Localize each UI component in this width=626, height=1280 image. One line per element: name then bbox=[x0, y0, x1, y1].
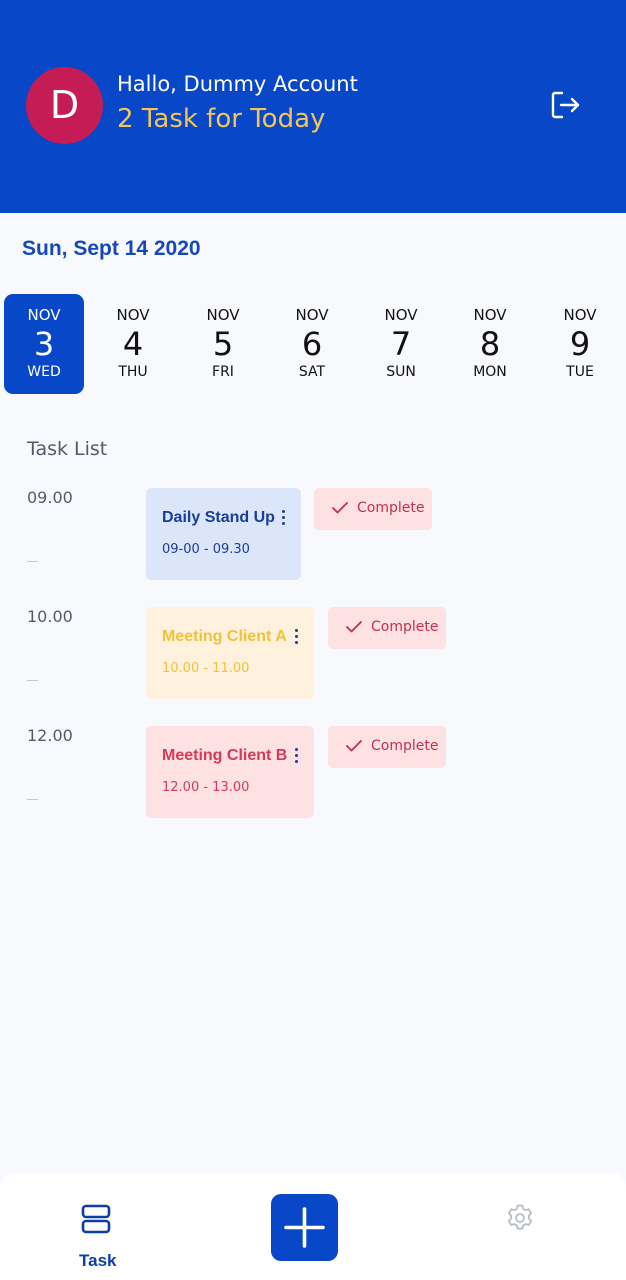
task-time-range: 12.00 - 13.00 bbox=[162, 780, 250, 795]
day-selector-item[interactable]: NOV 3 WED bbox=[4, 294, 84, 394]
complete-label: Complete bbox=[371, 619, 439, 635]
day-weekday: TUE bbox=[566, 364, 594, 380]
check-icon bbox=[346, 621, 362, 633]
task-list-icon[interactable] bbox=[80, 1203, 112, 1240]
task-list-title: Task List bbox=[27, 438, 108, 460]
day-weekday: MON bbox=[473, 364, 507, 380]
greeting-text: Hallo, Dummy Account bbox=[117, 72, 358, 96]
app-header: D Hallo, Dummy Account 2 Task for Today bbox=[0, 0, 626, 213]
task-summary: 2 Task for Today bbox=[117, 104, 326, 134]
more-options-icon[interactable] bbox=[293, 629, 299, 645]
day-number: 7 bbox=[390, 325, 412, 363]
complete-button[interactable]: Complete bbox=[314, 488, 432, 530]
task-title: Daily Stand Up bbox=[162, 509, 275, 526]
day-selector-item[interactable]: NOV 5 FRI bbox=[183, 294, 263, 394]
task-time: 10.00 bbox=[27, 607, 73, 626]
task-title: Meeting Client B bbox=[162, 747, 288, 764]
task-time-range: 09-00 - 09.30 bbox=[162, 542, 250, 557]
logout-icon[interactable] bbox=[548, 88, 582, 122]
day-month: NOV bbox=[473, 306, 507, 324]
day-weekday: FRI bbox=[212, 364, 234, 380]
time-divider bbox=[27, 561, 38, 562]
complete-button[interactable]: Complete bbox=[328, 607, 446, 649]
day-month: NOV bbox=[27, 306, 61, 324]
bottom-navigation: Task bbox=[0, 1173, 626, 1280]
day-weekday: THU bbox=[118, 364, 148, 380]
current-date: Sun, Sept 14 2020 bbox=[22, 237, 201, 260]
day-number: 9 bbox=[569, 325, 591, 363]
day-month: NOV bbox=[206, 306, 240, 324]
check-icon bbox=[346, 740, 362, 752]
day-selector-item[interactable]: NOV 6 SAT bbox=[272, 294, 352, 394]
day-month: NOV bbox=[116, 306, 150, 324]
task-time: 12.00 bbox=[27, 726, 73, 745]
time-divider bbox=[27, 680, 38, 681]
day-weekday: SUN bbox=[386, 364, 416, 380]
day-number: 3 bbox=[33, 325, 55, 363]
task-time-range: 10.00 - 11.00 bbox=[162, 661, 250, 676]
day-number: 5 bbox=[212, 325, 234, 363]
nav-task-label[interactable]: Task bbox=[79, 1251, 117, 1271]
plus-icon bbox=[284, 1207, 325, 1248]
day-weekday: WED bbox=[27, 364, 61, 380]
complete-button[interactable]: Complete bbox=[328, 726, 446, 768]
day-number: 6 bbox=[301, 325, 323, 363]
complete-label: Complete bbox=[357, 500, 425, 516]
day-month: NOV bbox=[295, 306, 329, 324]
avatar[interactable]: D bbox=[26, 67, 103, 144]
day-weekday: SAT bbox=[298, 364, 326, 380]
day-selector-item[interactable]: NOV 8 MON bbox=[450, 294, 530, 394]
day-month: NOV bbox=[563, 306, 597, 324]
task-time: 09.00 bbox=[27, 488, 73, 507]
complete-label: Complete bbox=[371, 738, 439, 754]
task-card[interactable]: Meeting Client B 12.00 - 13.00 bbox=[146, 726, 314, 818]
check-icon bbox=[332, 502, 348, 514]
task-card[interactable]: Meeting Client A 10.00 - 11.00 bbox=[146, 607, 314, 699]
task-card[interactable]: Daily Stand Up 09-00 - 09.30 bbox=[146, 488, 301, 580]
more-options-icon[interactable] bbox=[293, 748, 299, 764]
task-title: Meeting Client A bbox=[162, 628, 287, 645]
day-number: 8 bbox=[479, 325, 501, 363]
day-selector-item[interactable]: NOV 9 TUE bbox=[540, 294, 620, 394]
time-divider bbox=[27, 799, 38, 800]
day-selector-item[interactable]: NOV 7 SUN bbox=[361, 294, 441, 394]
day-month: NOV bbox=[384, 306, 418, 324]
gear-icon[interactable] bbox=[505, 1203, 535, 1238]
add-task-button[interactable] bbox=[271, 1194, 338, 1261]
day-number: 4 bbox=[122, 325, 144, 363]
more-options-icon[interactable] bbox=[280, 510, 286, 526]
day-selector-item[interactable]: NOV 4 THU bbox=[93, 294, 173, 394]
